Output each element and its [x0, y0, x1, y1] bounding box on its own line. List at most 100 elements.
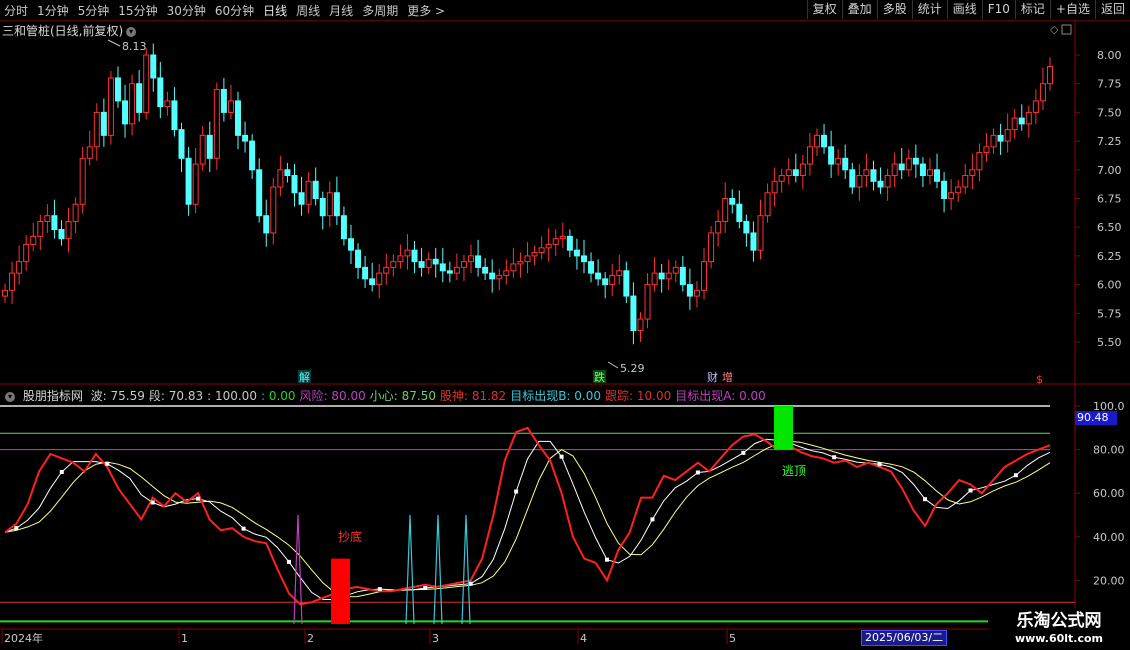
candle-body	[538, 247, 545, 253]
candle-body	[468, 255, 475, 263]
candle-body	[771, 180, 778, 194]
candle-body	[919, 163, 926, 177]
indicator-value-3: : 0.00	[260, 389, 296, 403]
candle-body	[65, 220, 72, 240]
candle-body	[813, 134, 820, 148]
candle-body	[609, 274, 616, 286]
candle-body	[404, 249, 411, 257]
candle-body	[390, 261, 397, 268]
candle-body	[983, 146, 990, 154]
timeline-label: 1	[181, 632, 188, 645]
candle-body	[298, 192, 305, 205]
ind-tick-label: 60.00	[1093, 487, 1125, 500]
candle-body	[948, 192, 955, 199]
spike-target-a	[293, 514, 303, 625]
candle-body	[235, 100, 242, 136]
candle-body	[30, 235, 37, 245]
curve-dot	[423, 586, 428, 591]
candle-body	[905, 157, 912, 171]
candle-body	[16, 261, 23, 274]
candle-body	[962, 175, 969, 188]
chevron-down-icon[interactable]: ▾	[5, 391, 15, 402]
kline-chart[interactable]: 8.00 7.75 7.50 7.25 7.00 6.75 6.50 6.25 6.00 5.75…	[0, 0, 1130, 650]
candle-body	[828, 146, 835, 165]
candle-body	[312, 180, 319, 199]
candle-body	[199, 134, 206, 165]
candle-body	[383, 266, 390, 274]
candle-body	[249, 140, 256, 171]
candle-body	[856, 175, 863, 188]
ind-tick-label: 20.00	[1093, 574, 1125, 587]
candle-body	[326, 192, 333, 217]
candle-body	[693, 289, 700, 297]
candle-body	[213, 88, 220, 159]
candle-body	[171, 100, 178, 131]
watermark: 乐淘公式网 www.60lt.com	[988, 608, 1130, 650]
candle-body	[736, 203, 743, 222]
sell-signal-label: 逃顶	[782, 464, 806, 478]
curve-dot	[286, 559, 291, 564]
candle-body	[757, 215, 764, 251]
candle-body	[595, 272, 602, 280]
indicator-title-bar: ▾ 股朋指标网 波: 75.59 段: 70.83: 100.00: 0.00 风险…	[2, 387, 770, 404]
candle-body	[446, 270, 453, 274]
candle-body	[192, 163, 199, 205]
marker-dollar: $	[1036, 373, 1043, 386]
curve-dot	[14, 526, 19, 531]
watermark-url: www.60lt.com	[1014, 632, 1104, 645]
candle-body	[51, 215, 58, 230]
candle-body	[284, 169, 291, 177]
indicator-value-2: : 100.00	[207, 389, 257, 403]
candle-body	[616, 270, 623, 276]
candle-body	[849, 169, 856, 188]
candle-body	[912, 157, 919, 165]
marker-jie: 解	[299, 370, 310, 384]
candle-body	[870, 169, 877, 182]
candle-body	[566, 235, 573, 251]
ind-tick-label: 80.00	[1093, 444, 1125, 457]
curve-dot	[105, 461, 110, 466]
candle-body	[114, 77, 121, 102]
spike-target-b	[405, 514, 415, 625]
candle-body	[602, 278, 609, 286]
candles-group	[2, 43, 1053, 345]
indicator-name[interactable]: 股朋指标网	[23, 389, 83, 403]
candle-body	[729, 198, 736, 205]
timeline-label: 3	[432, 632, 439, 645]
curve-gushen	[4, 426, 1051, 606]
curve-dot	[468, 581, 473, 586]
candle-body	[764, 192, 771, 217]
timeline-label: 4	[580, 632, 587, 645]
timeline-label: 2024年	[4, 631, 43, 645]
candle-body	[637, 318, 644, 332]
candle-body	[722, 198, 729, 222]
candle-body	[355, 249, 362, 268]
candle-body	[658, 272, 665, 280]
curve-dot	[377, 587, 382, 592]
curve-dot	[877, 462, 882, 467]
spike-target-b	[461, 514, 471, 625]
candle-body	[651, 272, 658, 286]
buy-signal-label: 抄底	[338, 529, 362, 544]
candle-body	[432, 258, 439, 265]
price-tick-label: 6.25	[1097, 250, 1122, 263]
curve-dot	[559, 454, 564, 459]
candle-body	[941, 180, 948, 199]
candle-body	[503, 270, 510, 276]
candle-body	[926, 169, 933, 177]
candle-body	[934, 169, 941, 182]
curve-dot	[196, 496, 201, 501]
candle-body	[496, 274, 503, 280]
candle-body	[270, 186, 277, 234]
candle-body	[799, 163, 806, 177]
candle-body	[425, 258, 432, 268]
price-tick-label: 6.00	[1097, 279, 1122, 292]
price-tick-label: 5.75	[1097, 307, 1122, 320]
price-tick-label: 7.50	[1097, 106, 1122, 119]
curve-dot	[1013, 473, 1018, 478]
marker-zeng: 增	[722, 370, 733, 384]
candle-body	[580, 255, 587, 263]
candle-body	[136, 83, 143, 113]
curve-dot	[832, 455, 837, 460]
curve-duan	[4, 440, 1051, 598]
